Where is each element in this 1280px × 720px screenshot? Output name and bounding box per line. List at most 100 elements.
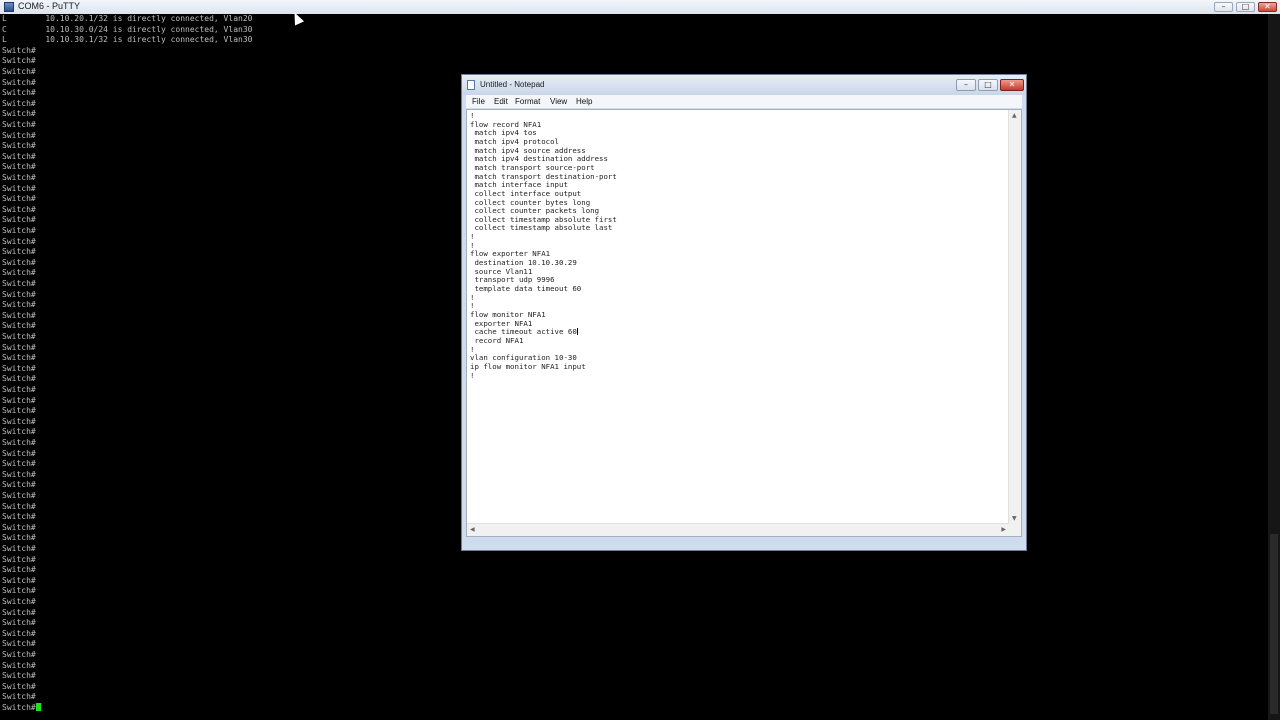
terminal-prompt: Switch# — [2, 151, 36, 161]
scroll-down-arrow-icon[interactable]: ▼ — [1012, 515, 1017, 522]
terminal-prompt: Switch# — [2, 173, 36, 182]
putty-maximize-button[interactable]: □ — [1236, 2, 1255, 12]
notepad-maximize-button[interactable]: □ — [978, 79, 998, 91]
terminal-prompt-line: Switch# — [2, 247, 36, 258]
putty-window-title: COM6 - PuTTY — [18, 1, 81, 11]
terminal-prompt: Switch# — [2, 628, 36, 638]
terminal-prompt-line: Switch# — [2, 523, 36, 534]
notepad-close-button[interactable]: ✕ — [1000, 79, 1024, 91]
terminal-prompt-line: Switch# — [2, 502, 36, 513]
terminal-prompt-line: Switch# — [2, 109, 36, 120]
menu-format[interactable]: Format — [515, 97, 540, 106]
terminal-prompt: Switch# — [2, 310, 36, 320]
notepad-horizontal-scrollbar[interactable]: ◀ ▶ — [467, 523, 1009, 536]
terminal-prompt-line: Switch# — [2, 162, 36, 173]
terminal-prompt: Switch# — [2, 586, 36, 596]
terminal-prompt: Switch# — [2, 660, 36, 670]
putty-close-button[interactable]: ✕ — [1258, 2, 1277, 12]
terminal-prompt: Switch# — [2, 459, 36, 469]
terminal-prompt-line: Switch# — [2, 661, 36, 672]
notepad-text-area[interactable]: ▲ ▼ ◀ ▶ ! flow record NFA1 match ipv4 tos… — [466, 109, 1022, 537]
terminal-prompt-line: Switch# — [2, 555, 36, 566]
scroll-left-arrow-icon[interactable]: ◀ — [470, 526, 475, 533]
terminal-prompt: Switch# — [2, 130, 36, 140]
terminal-prompt-line: Switch# — [2, 491, 36, 502]
terminal-prompt-line: Switch# — [2, 194, 36, 205]
terminal-prompt-line: Switch# — [2, 215, 36, 226]
terminal-prompt-line: Switch# — [2, 565, 36, 576]
notepad-vertical-scrollbar[interactable]: ▲ ▼ — [1008, 110, 1021, 536]
terminal-prompt-line: Switch# — [2, 533, 36, 544]
terminal-prompt-line: Switch# — [2, 608, 36, 619]
notepad-window[interactable]: Untitled - Notepad – □ ✕ File Edit Forma… — [461, 74, 1027, 551]
terminal-prompt: Switch# — [2, 448, 36, 458]
terminal-prompt-line: Switch# — [2, 459, 36, 470]
terminal-prompt-line: Switch# — [2, 99, 36, 110]
terminal-prompt-line: Switch# — [2, 576, 36, 587]
terminal-prompt-line: Switch# — [2, 332, 36, 343]
terminal-prompt: Switch# — [2, 692, 36, 702]
putty-title-bar[interactable]: COM6 - PuTTY – □ ✕ — [0, 0, 1280, 15]
terminal-prompt-line: Switch# — [2, 586, 36, 597]
terminal-prompt: Switch# — [2, 438, 36, 447]
terminal-prompt: Switch# — [2, 204, 36, 214]
notepad-title-bar[interactable]: Untitled - Notepad – □ ✕ — [462, 75, 1026, 95]
terminal-prompt: Switch# — [2, 120, 36, 129]
notepad-text-line: record NFA1 — [470, 335, 524, 345]
terminal-prompt-line: Switch# — [2, 258, 36, 269]
scroll-up-arrow-icon[interactable]: ▲ — [1012, 112, 1017, 119]
menu-file[interactable]: File — [472, 97, 485, 106]
terminal-prompt-line: Switch# — [2, 56, 36, 67]
terminal-prompt: Switch# — [2, 88, 36, 98]
terminal-scrollbar[interactable] — [1268, 14, 1280, 720]
terminal-prompt-line: Switch# — [2, 131, 36, 142]
terminal-prompt: Switch# — [2, 406, 36, 416]
terminal-prompt-line: Switch# — [2, 46, 36, 57]
terminal-prompt-line: Switch# — [2, 650, 36, 661]
notepad-app-icon — [467, 80, 475, 90]
terminal-prompt-line: Switch# — [2, 353, 36, 364]
terminal-prompt-line: Switch# — [2, 173, 36, 184]
menu-view[interactable]: View — [550, 97, 567, 106]
notepad-menu-bar: File Edit Format View Help — [466, 95, 1022, 108]
terminal-prompt-line: Switch# — [2, 512, 36, 523]
terminal-prompt-line: Switch# — [2, 438, 36, 449]
terminal-prompt-line: Switch# — [2, 703, 41, 714]
terminal-prompt: Switch# — [2, 607, 36, 617]
terminal-prompt-line: Switch# — [2, 141, 36, 152]
putty-app-icon — [4, 2, 14, 12]
terminal-prompt: Switch# — [2, 512, 36, 522]
terminal-prompt-line: Switch# — [2, 321, 36, 332]
terminal-prompt: Switch# — [2, 342, 36, 352]
text-caret — [576, 328, 578, 336]
terminal-route-line: C 10.10.30.0/24 is directly connected, V… — [2, 24, 253, 34]
terminal-prompt-line: Switch# — [2, 364, 36, 375]
terminal-cursor — [35, 703, 41, 711]
terminal-prompt: Switch# — [2, 332, 36, 341]
terminal-prompt-line: Switch# — [2, 279, 36, 290]
terminal-prompt: Switch# — [2, 544, 36, 553]
terminal-prompt-line: Switch# — [2, 311, 36, 322]
terminal-prompt: Switch# — [2, 98, 36, 108]
terminal-prompt: Switch# — [2, 45, 36, 55]
terminal-prompt: Switch# — [2, 416, 36, 426]
terminal-prompt: Switch# — [2, 321, 36, 331]
terminal-prompt-line: Switch# — [2, 449, 36, 460]
notepad-window-title: Untitled - Notepad — [480, 80, 545, 89]
terminal-prompt: Switch# — [2, 226, 36, 235]
notepad-text-line: ! — [470, 370, 475, 380]
menu-help[interactable]: Help — [576, 97, 592, 106]
terminal-prompt: Switch# — [2, 480, 36, 490]
scroll-right-arrow-icon[interactable]: ▶ — [1001, 526, 1006, 533]
menu-edit[interactable]: Edit — [494, 97, 508, 106]
terminal-prompt-line: Switch# — [2, 184, 36, 195]
notepad-text-line: collect timestamp absolute last — [470, 223, 613, 233]
notepad-minimize-button[interactable]: – — [956, 79, 976, 91]
putty-minimize-button[interactable]: – — [1214, 2, 1233, 12]
terminal-prompt-line: Switch# — [2, 470, 36, 481]
terminal-prompt-line: Switch# — [2, 406, 36, 417]
terminal-prompt: Switch# — [2, 427, 36, 437]
terminal-scroll-thumb[interactable] — [1270, 534, 1278, 714]
terminal-prompt-line: Switch# — [2, 205, 36, 216]
terminal-prompt: Switch# — [2, 194, 36, 204]
